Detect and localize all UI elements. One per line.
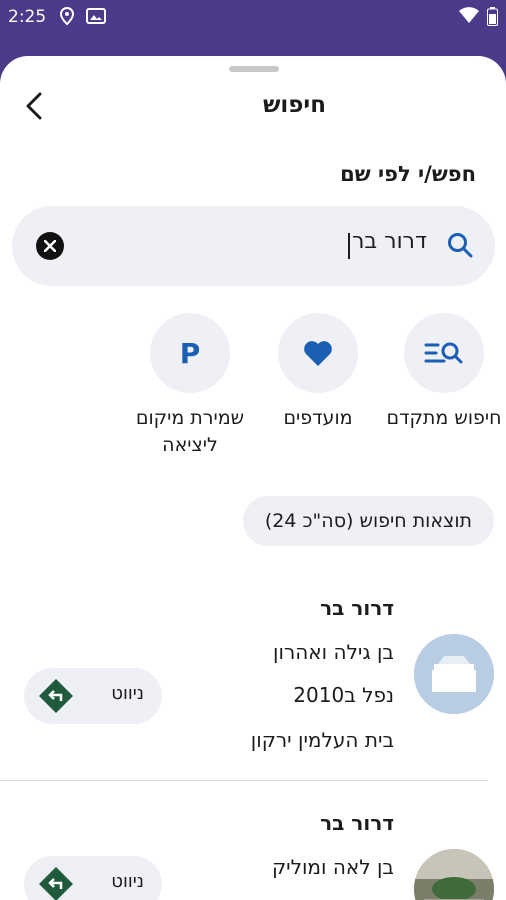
list-item[interactable]: דרור בר בן לאה ומוליק ניווט (0, 801, 506, 900)
results-count-chip: תוצאות חיפוש (סה"כ 24) (242, 496, 494, 546)
navigate-label: ניווט (111, 683, 144, 704)
navigate-button[interactable]: ניווט (24, 856, 162, 900)
drag-handle[interactable] (229, 66, 279, 72)
image-notification-icon (86, 7, 106, 29)
result-name: דרור בר (320, 811, 394, 835)
result-parents: בן גילה ואהרון (273, 640, 394, 664)
close-icon (44, 240, 56, 252)
advanced-search-button[interactable]: חיפוש מתקדם (379, 313, 506, 432)
advanced-search-icon (424, 342, 463, 364)
favorites-circle[interactable] (278, 313, 358, 393)
heart-icon (304, 340, 332, 366)
chevron-left-icon (26, 92, 42, 120)
search-query-text: דרור בר (348, 229, 427, 259)
memorial-photo-icon (414, 849, 494, 900)
avatar (414, 634, 494, 714)
result-cemetery: בית העלמין ירקון (250, 728, 394, 752)
favorites-button[interactable]: מועדפים (253, 313, 383, 432)
page-title: חיפוש (262, 92, 326, 118)
list-divider (0, 780, 488, 781)
battery-icon (487, 7, 498, 30)
avatar (414, 849, 494, 900)
result-fell: נפל ב2010 (293, 683, 394, 707)
advanced-search-label: חיפוש מתקדם (386, 407, 502, 429)
search-by-name-label: חפש/י לפי שם (340, 162, 476, 186)
search-input[interactable]: דרור בר (12, 206, 495, 286)
back-button[interactable] (16, 88, 52, 124)
location-icon (59, 6, 75, 29)
result-parents: בן לאה ומוליק (271, 855, 394, 879)
search-icon (447, 232, 473, 262)
directions-icon (38, 866, 74, 900)
navigate-label: ניווט (111, 871, 144, 892)
status-bar: 2:25 (0, 0, 506, 36)
placeholder-photo-icon (414, 634, 494, 714)
save-parking-button[interactable]: P שמירת מיקום ליציאה (125, 313, 255, 459)
search-sheet: חיפוש חפש/י לפי שם דרור בר חיפוש מתקדם מ… (0, 56, 506, 900)
result-name: דרור בר (320, 596, 394, 620)
advanced-search-circle[interactable] (404, 313, 484, 393)
clear-search-button[interactable] (36, 232, 64, 260)
parking-icon: P (179, 336, 201, 370)
favorites-label: מועדפים (283, 407, 353, 429)
navigate-button[interactable]: ניווט (24, 668, 162, 724)
list-item[interactable]: דרור בר בן גילה ואהרון נפל ב2010 בית העל… (0, 586, 506, 786)
directions-icon (38, 678, 74, 718)
status-time: 2:25 (8, 7, 47, 27)
save-parking-label: שמירת מיקום ליציאה (135, 407, 245, 456)
wifi-icon (459, 7, 479, 29)
save-parking-circle[interactable]: P (150, 313, 230, 393)
